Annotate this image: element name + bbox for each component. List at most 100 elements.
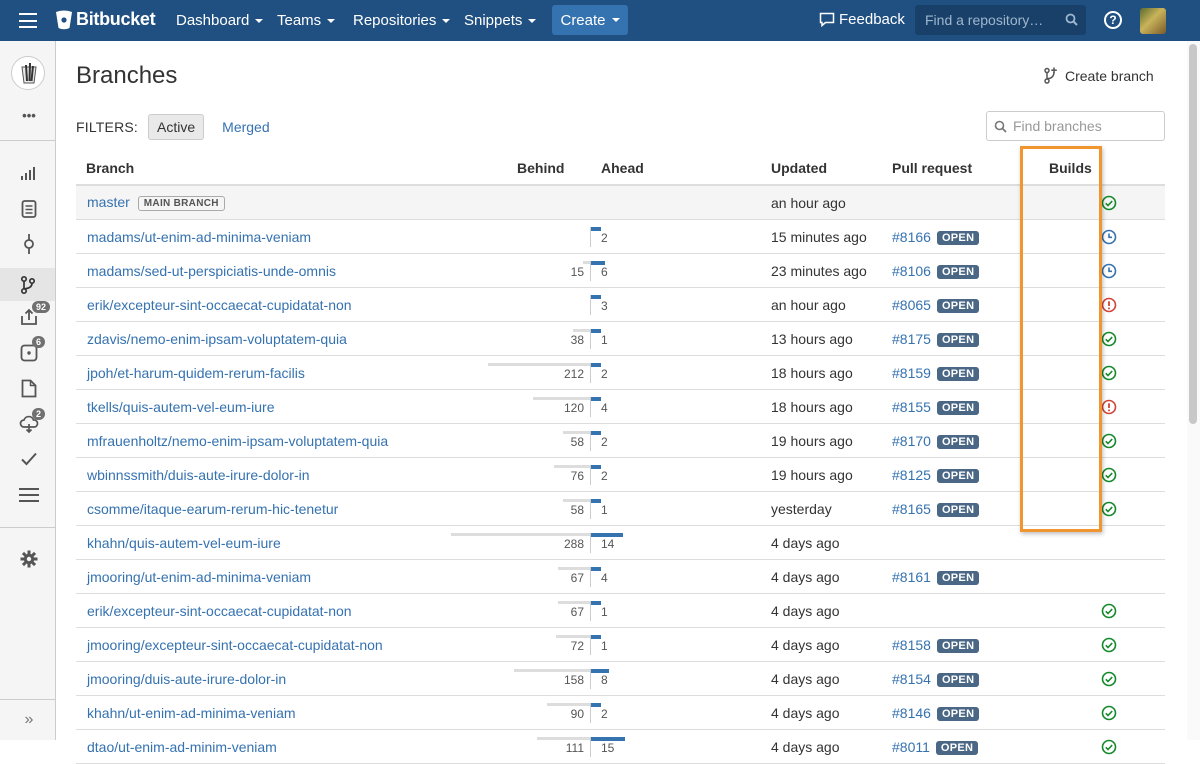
pull-request-link[interactable]: #8159	[892, 365, 931, 381]
filter-merged-link[interactable]: Merged	[222, 119, 269, 135]
column-header-behind[interactable]: Behind	[516, 150, 591, 186]
pull-request-link[interactable]: #8170	[892, 433, 931, 449]
build-success-icon[interactable]	[1079, 498, 1117, 520]
branch-name-link[interactable]: wbinnssmith/duis-aute-irure-dolor-in	[76, 467, 310, 483]
build-success-icon[interactable]	[1079, 464, 1117, 486]
create-button[interactable]: Create	[552, 5, 628, 35]
build-in-progress-icon[interactable]	[1079, 260, 1117, 282]
pull-request-link[interactable]: #8166	[892, 229, 931, 245]
branches-table: Branch Behind Ahead Updated Pull request…	[76, 150, 1165, 764]
repository-avatar[interactable]	[11, 56, 45, 90]
column-header-ahead[interactable]: Ahead	[591, 150, 771, 186]
branch-name-link[interactable]: jmooring/excepteur-sint-occaecat-cupidat…	[76, 637, 383, 653]
behind-bar	[488, 363, 591, 366]
branch-name-link[interactable]: mfrauenholtz/nemo-enim-ipsam-voluptatem-…	[76, 433, 388, 449]
ahead-indicator: 4	[591, 560, 771, 593]
column-header-updated[interactable]: Updated	[771, 150, 892, 186]
build-success-icon[interactable]	[1079, 736, 1117, 758]
branch-name-link[interactable]: master	[76, 194, 130, 210]
repository-search-input[interactable]: Find a repository…	[915, 5, 1086, 35]
branch-name-link[interactable]: csomme/itaque-earum-rerum-hic-tenetur	[76, 501, 338, 517]
ahead-cell: 15	[591, 729, 771, 764]
bitbucket-logo[interactable]: Bitbucket	[55, 9, 156, 30]
branch-name-link[interactable]: tkells/quis-autem-vel-eum-iure	[76, 399, 275, 415]
branch-cell: jpoh/et-harum-quidem-rerum-facilis	[76, 355, 516, 390]
branch-name-link[interactable]: erik/excepteur-sint-occaecat-cupidatat-n…	[76, 297, 352, 313]
branch-name-link[interactable]: khahn/ut-enim-ad-minima-veniam	[76, 705, 296, 721]
branch-name-link[interactable]: zdavis/nemo-enim-ipsam-voluptatem-quia	[76, 331, 347, 347]
branch-name-link[interactable]: dtao/ut-enim-ad-minim-veniam	[76, 739, 277, 755]
find-branches-input[interactable]: Find branches	[986, 111, 1165, 141]
build-success-icon[interactable]	[1079, 634, 1117, 656]
behind-cell: 38	[516, 321, 591, 356]
source-file-icon[interactable]	[18, 198, 40, 220]
table-row: erik/excepteur-sint-occaecat-cupidatat-n…	[76, 593, 1165, 628]
ahead-count: 1	[601, 333, 608, 347]
branch-name-link[interactable]: jpoh/et-harum-quidem-rerum-facilis	[76, 365, 305, 381]
branches-icon[interactable]	[0, 268, 55, 301]
build-success-icon[interactable]	[1079, 328, 1117, 350]
behind-count: 111	[565, 741, 584, 755]
nav-snippets[interactable]: Snippets	[464, 0, 537, 41]
behind-count: 158	[563, 673, 584, 687]
nav-dashboard[interactable]: Dashboard	[176, 0, 264, 41]
nav-repositories[interactable]: Repositories	[353, 0, 451, 41]
build-success-icon[interactable]	[1079, 668, 1117, 690]
pull-request-link[interactable]: #8161	[892, 569, 931, 585]
filter-active-button[interactable]: Active	[148, 114, 205, 140]
behind-count: 72	[570, 639, 584, 653]
build-failed-icon[interactable]	[1079, 294, 1117, 316]
pull-request-link[interactable]: #8165	[892, 501, 931, 517]
settings-list-icon[interactable]	[18, 484, 40, 506]
feedback-link[interactable]: Feedback	[819, 11, 905, 28]
build-success-icon[interactable]	[1079, 702, 1117, 724]
user-avatar[interactable]	[1140, 8, 1166, 34]
branch-name-link[interactable]: jmooring/ut-enim-ad-minima-veniam	[76, 569, 311, 585]
branch-name-link[interactable]: madams/sed-ut-perspiciatis-unde-omnis	[76, 263, 336, 279]
build-success-icon[interactable]	[1079, 600, 1117, 622]
menu-icon[interactable]	[19, 13, 37, 28]
build-success-icon[interactable]	[1079, 430, 1117, 452]
pull-request-link[interactable]: #8011	[892, 739, 930, 755]
branch-name-link[interactable]: khahn/quis-autem-vel-eum-iure	[76, 535, 281, 551]
builds-cell	[1031, 219, 1165, 254]
column-header-branch[interactable]: Branch	[76, 150, 516, 186]
column-header-builds[interactable]: Builds	[1031, 150, 1165, 186]
commits-icon[interactable]	[18, 233, 40, 255]
collapse-sidebar-icon[interactable]: »	[18, 709, 40, 731]
ahead-cell: 3	[591, 287, 771, 322]
ahead-count: 8	[601, 673, 608, 687]
help-icon[interactable]: ?	[1104, 11, 1122, 29]
column-header-pull-request[interactable]: Pull request	[892, 150, 1031, 186]
updated-cell: 23 minutes ago	[771, 253, 892, 288]
gear-icon[interactable]	[18, 548, 40, 570]
pull-request-link[interactable]: #8106	[892, 263, 931, 279]
ahead-cell: 4	[591, 559, 771, 594]
table-row: khahn/quis-autem-vel-eum-iure 288 14 4 days…	[76, 525, 1165, 560]
branch-name-link[interactable]: madams/ut-enim-ad-minima-veniam	[76, 229, 311, 245]
pull-request-link[interactable]: #8158	[892, 637, 931, 653]
build-success-icon[interactable]	[1079, 192, 1117, 214]
pull-request-link[interactable]: #8146	[892, 705, 931, 721]
pull-request-link[interactable]: #8154	[892, 671, 931, 687]
overview-chart-icon[interactable]	[18, 162, 40, 184]
branch-name-link[interactable]: jmooring/duis-aute-irure-dolor-in	[76, 671, 286, 687]
ahead-count: 2	[601, 367, 608, 381]
behind-indicator: 67	[516, 594, 591, 627]
downloads-file-icon[interactable]	[18, 377, 40, 399]
branch-name-link[interactable]: erik/excepteur-sint-occaecat-cupidatat-n…	[76, 603, 352, 619]
pull-request-link[interactable]: #8065	[892, 297, 931, 313]
pull-request-link[interactable]: #8155	[892, 399, 931, 415]
create-branch-button[interactable]: Create branch	[1043, 67, 1154, 84]
behind-indicator: 158	[514, 662, 591, 695]
checkmark-icon[interactable]	[18, 448, 40, 470]
build-success-icon[interactable]	[1079, 362, 1117, 384]
pull-request-link[interactable]: #8125	[892, 467, 931, 483]
table-row: madams/sed-ut-perspiciatis-unde-omnis 15 6…	[76, 253, 1165, 288]
build-failed-icon[interactable]	[1079, 396, 1117, 418]
scrollbar-thumb[interactable]	[1189, 44, 1197, 424]
more-icon[interactable]: •••	[18, 104, 40, 126]
nav-teams[interactable]: Teams	[277, 0, 336, 41]
pull-request-link[interactable]: #8175	[892, 331, 931, 347]
build-in-progress-icon[interactable]	[1079, 226, 1117, 248]
